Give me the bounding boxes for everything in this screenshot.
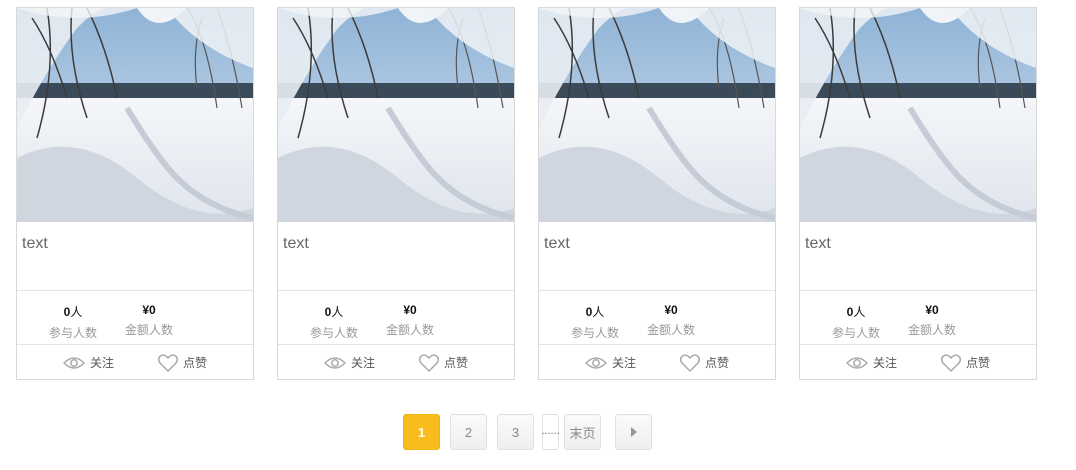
follow-button[interactable]: 关注 [324,345,375,380]
card-image[interactable] [278,8,514,222]
eye-icon [846,356,868,369]
card-stats: 0人 参与人数 ¥0 金额人数 [539,291,775,345]
page-2-button[interactable]: 2 [450,414,487,450]
follow-label: 关注 [90,356,115,370]
last-page-button[interactable]: 末页 [564,414,601,450]
participants-label: 参与人数 [309,326,358,340]
heart-icon [680,353,700,372]
like-label: 点赞 [444,356,469,370]
like-label: 点赞 [705,356,730,370]
campaign-card[interactable]: text 0人 参与人数 ¥0 金额人数 关注 点赞 [799,7,1037,380]
page-1-button[interactable]: 1 [403,414,440,450]
participants-stat: 0人 参与人数 [43,303,103,341]
card-title[interactable]: text [17,222,253,291]
participants-unit: 人 [331,305,344,319]
eye-icon [585,356,607,369]
snowy-forest-photo [17,8,253,222]
card-actions: 关注 点赞 [800,345,1036,380]
card-actions: 关注 点赞 [17,345,253,380]
amount-stat: ¥0 金额人数 [902,303,962,338]
follow-label: 关注 [612,356,637,370]
card-title[interactable]: text [800,222,1036,291]
amount-label: 金额人数 [907,323,956,337]
like-button[interactable]: 点赞 [941,345,990,380]
participants-unit: 人 [853,305,866,319]
campaign-card[interactable]: text 0人 参与人数 ¥0 金额人数 关注 点赞 [16,7,254,380]
heart-icon [941,353,961,372]
snowy-forest-photo [278,8,514,222]
follow-label: 关注 [873,356,898,370]
card-image[interactable] [539,8,775,222]
like-button[interactable]: 点赞 [680,345,729,380]
follow-label: 关注 [351,356,376,370]
amount-stat: ¥0 金额人数 [119,303,179,338]
pagination: 1 2 3 ...... 末页 [0,414,1076,451]
amount-stat: ¥0 金额人数 [641,303,701,338]
follow-button[interactable]: 关注 [585,345,636,380]
next-page-button[interactable] [615,414,652,450]
caret-right-icon [630,427,637,437]
participants-unit: 人 [592,305,605,319]
amount-value: ¥0 [142,303,156,317]
card-image[interactable] [800,8,1036,222]
amount-value: ¥0 [664,303,678,317]
follow-button[interactable]: 关注 [63,345,114,380]
follow-button[interactable]: 关注 [846,345,897,380]
heart-icon [158,353,178,372]
participants-label: 参与人数 [48,326,97,340]
campaign-card[interactable]: text 0人 参与人数 ¥0 金额人数 关注 点赞 [277,7,515,380]
amount-stat: ¥0 金额人数 [380,303,440,338]
card-stats: 0人 参与人数 ¥0 金额人数 [800,291,1036,345]
amount-label: 金额人数 [646,323,695,337]
participants-stat: 0人 参与人数 [565,303,625,341]
card-title[interactable]: text [539,222,775,291]
participants-stat: 0人 参与人数 [304,303,364,341]
snowy-forest-photo [539,8,775,222]
pagination-ellipsis: ...... [541,414,560,450]
participants-unit: 人 [70,305,83,319]
amount-value: ¥0 [925,303,939,317]
card-image[interactable] [17,8,253,222]
amount-label: 金额人数 [124,323,173,337]
like-label: 点赞 [966,356,991,370]
eye-icon [63,356,85,369]
like-label: 点赞 [183,356,208,370]
campaign-card[interactable]: text 0人 参与人数 ¥0 金额人数 关注 点赞 [538,7,776,380]
participants-label: 参与人数 [831,326,880,340]
like-button[interactable]: 点赞 [158,345,207,380]
amount-label: 金额人数 [385,323,434,337]
card-actions: 关注 点赞 [278,345,514,380]
card-stats: 0人 参与人数 ¥0 金额人数 [278,291,514,345]
like-button[interactable]: 点赞 [419,345,468,380]
page-3-button[interactable]: 3 [497,414,534,450]
heart-icon [419,353,439,372]
card-actions: 关注 点赞 [539,345,775,380]
card-stats: 0人 参与人数 ¥0 金额人数 [17,291,253,345]
participants-stat: 0人 参与人数 [826,303,886,341]
eye-icon [324,356,346,369]
amount-value: ¥0 [403,303,417,317]
card-title[interactable]: text [278,222,514,291]
snowy-forest-photo [800,8,1036,222]
participants-label: 参与人数 [570,326,619,340]
